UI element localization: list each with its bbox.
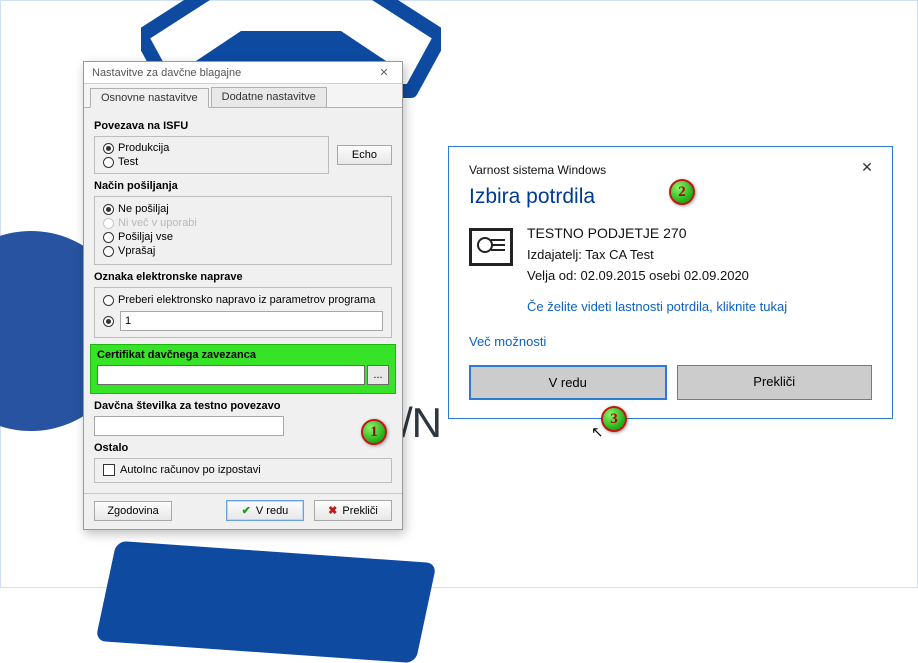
annotation-badge-3: 3 bbox=[601, 406, 627, 432]
cert-highlight-block: Certifikat davčnega zavezanca ... bbox=[90, 344, 396, 394]
isfu-label: Povezava na ISFU bbox=[94, 120, 392, 132]
certificate-card[interactable]: TESTNO PODJETJE 270 Izdajatelj: Tax CA T… bbox=[469, 225, 872, 289]
bg-shape-bottom bbox=[95, 541, 436, 663]
device-label: Oznaka elektronske naprave bbox=[94, 271, 392, 283]
radio-send-ask[interactable]: Vprašaj bbox=[103, 244, 383, 258]
tab-basic[interactable]: Osnovne nastavitve bbox=[90, 88, 209, 108]
other-group: AutoInc računov po izpostavi bbox=[94, 458, 392, 483]
security-subtitle: Varnost sistema Windows bbox=[469, 163, 852, 177]
device-group: Preberi elektronsko napravo iz parametro… bbox=[94, 287, 392, 338]
cancel-button[interactable]: ✖ Prekliči bbox=[314, 500, 392, 521]
radio-send-all-label: Pošiljaj vse bbox=[118, 231, 173, 243]
radio-production-label: Produkcija bbox=[118, 142, 169, 154]
radio-production[interactable]: Produkcija bbox=[103, 141, 320, 155]
isfu-options: Produkcija Test bbox=[94, 136, 329, 174]
certificate-issuer: Izdajatelj: Tax CA Test bbox=[527, 247, 749, 262]
cursor-icon: ↖ bbox=[591, 423, 604, 441]
ok-button-label: V redu bbox=[256, 505, 288, 517]
security-ok-button[interactable]: V redu bbox=[469, 365, 667, 400]
other-label: Ostalo bbox=[94, 442, 392, 454]
cert-label: Certifikat davčnega zavezanca bbox=[97, 349, 389, 361]
security-cancel-button[interactable]: Prekliči bbox=[677, 365, 873, 400]
echo-button[interactable]: Echo bbox=[337, 145, 392, 165]
radio-device-params[interactable]: Preberi elektronsko napravo iz parametro… bbox=[103, 293, 383, 307]
ok-button[interactable]: ✔ V redu bbox=[226, 500, 304, 521]
checkbox-autoinc[interactable]: AutoInc računov po izpostavi bbox=[103, 464, 383, 476]
view-properties-link[interactable]: Če želite videti lastnosti potrdila, kli… bbox=[527, 299, 872, 314]
certificate-icon bbox=[469, 228, 513, 266]
check-icon: ✔ bbox=[242, 504, 251, 517]
radio-send-deprecated-label: Ni več v uporabi bbox=[118, 217, 197, 229]
cert-browse-button[interactable]: ... bbox=[367, 365, 389, 385]
radio-test[interactable]: Test bbox=[103, 155, 320, 169]
device-input[interactable] bbox=[120, 311, 383, 331]
radio-device-manual[interactable] bbox=[103, 315, 114, 328]
settings-window: Nastavitve za davčne blagajne ✕ Osnovne … bbox=[83, 61, 403, 530]
taxno-label: Davčna številka za testno povezavo bbox=[94, 400, 392, 412]
annotation-badge-2: 2 bbox=[669, 179, 695, 205]
cert-input[interactable] bbox=[97, 365, 365, 385]
certificate-name: TESTNO PODJETJE 270 bbox=[527, 225, 749, 241]
more-options-link[interactable]: Več možnosti bbox=[469, 334, 872, 349]
tab-extra[interactable]: Dodatne nastavitve bbox=[211, 87, 327, 107]
sendmode-label: Način pošiljanja bbox=[94, 180, 392, 192]
radio-send-none-label: Ne pošiljaj bbox=[118, 203, 169, 215]
radio-send-ask-label: Vprašaj bbox=[118, 245, 155, 257]
radio-test-label: Test bbox=[118, 156, 138, 168]
settings-title: Nastavitve za davčne blagajne bbox=[92, 67, 370, 79]
sendmode-group: Ne pošiljaj Ni več v uporabi Pošiljaj vs… bbox=[94, 196, 392, 265]
x-icon: ✖ bbox=[328, 504, 337, 517]
radio-send-all[interactable]: Pošiljaj vse bbox=[103, 230, 383, 244]
annotation-badge-1: 1 bbox=[361, 419, 387, 445]
certificate-validity: Velja od: 02.09.2015 osebi 02.09.2020 bbox=[527, 268, 749, 283]
cancel-button-label: Prekliči bbox=[342, 505, 377, 517]
history-button[interactable]: Zgodovina bbox=[94, 501, 172, 521]
security-close-icon[interactable]: ✕ bbox=[852, 155, 882, 179]
radio-send-deprecated: Ni več v uporabi bbox=[103, 216, 383, 230]
settings-tabs: Osnovne nastavitve Dodatne nastavitve bbox=[84, 84, 402, 108]
close-icon[interactable]: ✕ bbox=[370, 66, 398, 79]
settings-footer: Zgodovina ✔ V redu ✖ Prekliči bbox=[84, 493, 402, 529]
bg-text-fragment: /N bbox=[401, 399, 441, 447]
radio-device-params-label: Preberi elektronsko napravo iz parametro… bbox=[118, 294, 375, 306]
settings-titlebar[interactable]: Nastavitve za davčne blagajne ✕ bbox=[84, 62, 402, 84]
taxno-input[interactable] bbox=[94, 416, 284, 436]
checkbox-autoinc-label: AutoInc računov po izpostavi bbox=[120, 464, 261, 476]
radio-send-none[interactable]: Ne pošiljaj bbox=[103, 202, 383, 216]
